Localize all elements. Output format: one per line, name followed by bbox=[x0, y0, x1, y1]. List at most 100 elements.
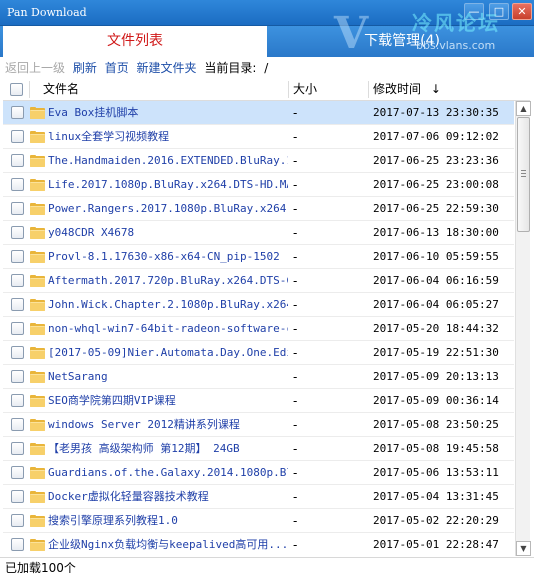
folder-icon bbox=[30, 275, 45, 287]
row-checkbox[interactable] bbox=[11, 538, 24, 551]
file-modified-time: 2017-06-04 06:16:59 bbox=[373, 274, 499, 287]
file-modified-time: 2017-07-06 09:12:02 bbox=[373, 130, 499, 143]
file-size: - bbox=[293, 442, 298, 456]
select-all-checkbox[interactable] bbox=[10, 83, 23, 96]
row-checkbox[interactable] bbox=[11, 322, 24, 335]
file-name[interactable]: Docker虚拟化轻量容器技术教程 bbox=[48, 485, 288, 509]
watermark-url: bbs.vlans.com bbox=[416, 39, 496, 52]
current-dir-label: 当前目录: bbox=[204, 61, 257, 75]
folder-icon bbox=[30, 539, 45, 551]
thumb-grip bbox=[521, 173, 526, 174]
file-size: - bbox=[293, 466, 298, 480]
file-size: - bbox=[293, 322, 298, 336]
file-size: - bbox=[293, 130, 298, 144]
row-checkbox[interactable] bbox=[11, 370, 24, 383]
row-checkbox[interactable] bbox=[11, 130, 24, 143]
row-checkbox[interactable] bbox=[11, 346, 24, 359]
folder-icon bbox=[30, 347, 45, 359]
folder-icon bbox=[30, 443, 45, 455]
sort-arrow-icon: ↓ bbox=[430, 82, 441, 96]
file-row[interactable]: linux全套学习视频教程 - 2017-07-06 09:12:02 bbox=[3, 125, 514, 149]
row-checkbox[interactable] bbox=[11, 178, 24, 191]
file-row[interactable]: Life.2017.1080p.BluRay.x264.DTS-HD.MA...… bbox=[3, 173, 514, 197]
column-header-name[interactable]: 文件名 bbox=[43, 79, 79, 100]
back-button[interactable]: 返回上一级 bbox=[5, 61, 65, 75]
file-name[interactable]: NetSarang bbox=[48, 365, 288, 389]
file-name[interactable]: non-whql-win7-64bit-radeon-software-c... bbox=[48, 317, 288, 341]
file-modified-time: 2017-06-13 18:30:00 bbox=[373, 226, 499, 239]
scroll-thumb[interactable] bbox=[517, 117, 530, 232]
file-name[interactable]: Aftermath.2017.720p.BluRay.x264.DTS-CHD bbox=[48, 269, 288, 293]
vertical-scrollbar[interactable]: ▲ ▼ bbox=[515, 101, 531, 556]
scroll-down-button[interactable]: ▼ bbox=[516, 541, 531, 556]
file-name[interactable]: Life.2017.1080p.BluRay.x264.DTS-HD.MA... bbox=[48, 173, 288, 197]
file-name[interactable]: [2017-05-09]Nier.Automata.Day.One.Edi... bbox=[48, 341, 288, 365]
row-checkbox[interactable] bbox=[11, 514, 24, 527]
file-row[interactable]: SEO商学院第四期VIP课程 - 2017-05-09 00:36:14 bbox=[3, 389, 514, 413]
home-button[interactable]: 首页 bbox=[105, 61, 129, 75]
scroll-up-button[interactable]: ▲ bbox=[516, 101, 531, 116]
file-modified-time: 2017-05-09 20:13:13 bbox=[373, 370, 499, 383]
row-checkbox[interactable] bbox=[11, 298, 24, 311]
file-row[interactable]: Provl-8.1.17630-x86-x64-CN_pip-1502- 2017… bbox=[3, 245, 514, 269]
watermark-logo: V bbox=[334, 8, 369, 59]
column-header-modified[interactable]: 修改时间 ↓ bbox=[373, 79, 441, 100]
row-checkbox[interactable] bbox=[11, 274, 24, 287]
file-modified-time: 2017-05-04 13:31:45 bbox=[373, 490, 499, 503]
file-row[interactable]: windows Server 2012精讲系列课程 - 2017-05-08 23:… bbox=[3, 413, 514, 437]
row-checkbox[interactable] bbox=[11, 442, 24, 455]
file-name[interactable]: 搜索引擎原理系列教程1.0 bbox=[48, 509, 288, 533]
file-row[interactable]: Aftermath.2017.720p.BluRay.x264.DTS-CHD -… bbox=[3, 269, 514, 293]
close-button[interactable]: ✕ bbox=[512, 3, 532, 20]
file-name[interactable]: Guardians.of.the.Galaxy.2014.1080p.Bl... bbox=[48, 461, 288, 485]
file-row[interactable]: [2017-05-09]Nier.Automata.Day.One.Edi...… bbox=[3, 341, 514, 365]
file-name[interactable]: SEO商学院第四期VIP课程 bbox=[48, 389, 288, 413]
file-size: - bbox=[293, 106, 298, 120]
file-name[interactable]: y048CDR X4678 bbox=[48, 221, 288, 245]
file-name[interactable]: Power.Rangers.2017.1080p.BluRay.x264-... bbox=[48, 197, 288, 221]
folder-icon bbox=[30, 131, 45, 143]
file-row[interactable]: 【老男孩 高级架构师 第12期】 24GB - 2017-05-08 19:45:5… bbox=[3, 437, 514, 461]
file-modified-time: 2017-05-06 13:53:11 bbox=[373, 466, 499, 479]
row-checkbox[interactable] bbox=[11, 250, 24, 263]
file-row[interactable]: Guardians.of.the.Galaxy.2014.1080p.Bl...… bbox=[3, 461, 514, 485]
file-row[interactable]: NetSarang - 2017-05-09 20:13:13 bbox=[3, 365, 514, 389]
folder-icon bbox=[30, 395, 45, 407]
file-row[interactable]: 搜索引擎原理系列教程1.0- 2017-05-02 22:20:29 bbox=[3, 509, 514, 533]
header-divider bbox=[368, 81, 369, 98]
file-name[interactable]: windows Server 2012精讲系列课程 bbox=[48, 413, 288, 437]
row-checkbox[interactable] bbox=[11, 202, 24, 215]
row-checkbox[interactable] bbox=[11, 394, 24, 407]
row-checkbox[interactable] bbox=[11, 466, 24, 479]
folder-icon bbox=[30, 371, 45, 383]
file-row[interactable]: The.Handmaiden.2016.EXTENDED.BluRay.1...… bbox=[3, 149, 514, 173]
row-checkbox[interactable] bbox=[11, 226, 24, 239]
column-header-size[interactable]: 大小 bbox=[293, 79, 317, 100]
row-checkbox[interactable] bbox=[11, 154, 24, 167]
file-modified-time: 2017-06-25 23:23:36 bbox=[373, 154, 499, 167]
file-name[interactable]: Provl-8.1.17630-x86-x64-CN_pip-1502 bbox=[48, 245, 288, 269]
refresh-button[interactable]: 刷新 bbox=[73, 61, 97, 75]
file-name[interactable]: linux全套学习视频教程 bbox=[48, 125, 288, 149]
file-modified-time: 2017-05-19 22:51:30 bbox=[373, 346, 499, 359]
row-checkbox[interactable] bbox=[11, 106, 24, 119]
tab-file-list[interactable]: 文件列表 bbox=[3, 26, 267, 57]
file-name[interactable]: 企业级Nginx负载均衡与keepalived高可用... bbox=[48, 533, 288, 556]
file-name[interactable]: Eva Box挂机脚本 bbox=[48, 101, 288, 125]
file-row[interactable]: 企业级Nginx负载均衡与keepalived高可用... - 2017-05-01… bbox=[3, 533, 514, 556]
file-name[interactable]: The.Handmaiden.2016.EXTENDED.BluRay.1... bbox=[48, 149, 288, 173]
file-row[interactable]: Docker虚拟化轻量容器技术教程 - 2017-05-04 13:31:45 bbox=[3, 485, 514, 509]
site-watermark: V 冷风论坛 bbs.vlans.com bbox=[330, 8, 530, 59]
file-row[interactable]: Power.Rangers.2017.1080p.BluRay.x264-...… bbox=[3, 197, 514, 221]
row-checkbox[interactable] bbox=[11, 418, 24, 431]
file-name[interactable]: John.Wick.Chapter.2.1080p.BluRay.x264... bbox=[48, 293, 288, 317]
file-row[interactable]: non-whql-win7-64bit-radeon-software-c...… bbox=[3, 317, 514, 341]
file-name[interactable]: 【老男孩 高级架构师 第12期】 24GB bbox=[48, 437, 288, 461]
new-folder-button[interactable]: 新建文件夹 bbox=[137, 61, 197, 75]
file-size: - bbox=[293, 274, 298, 288]
tab-bar: 文件列表 下载管理(4) V 冷风论坛 bbs.vlans.com bbox=[0, 8, 534, 59]
file-row[interactable]: Eva Box挂机脚本 - 2017-07-13 23:30:35 bbox=[3, 101, 514, 125]
file-row[interactable]: John.Wick.Chapter.2.1080p.BluRay.x264...… bbox=[3, 293, 514, 317]
file-row[interactable]: y048CDR X4678- 2017-06-13 18:30:00 bbox=[3, 221, 514, 245]
row-checkbox[interactable] bbox=[11, 490, 24, 503]
